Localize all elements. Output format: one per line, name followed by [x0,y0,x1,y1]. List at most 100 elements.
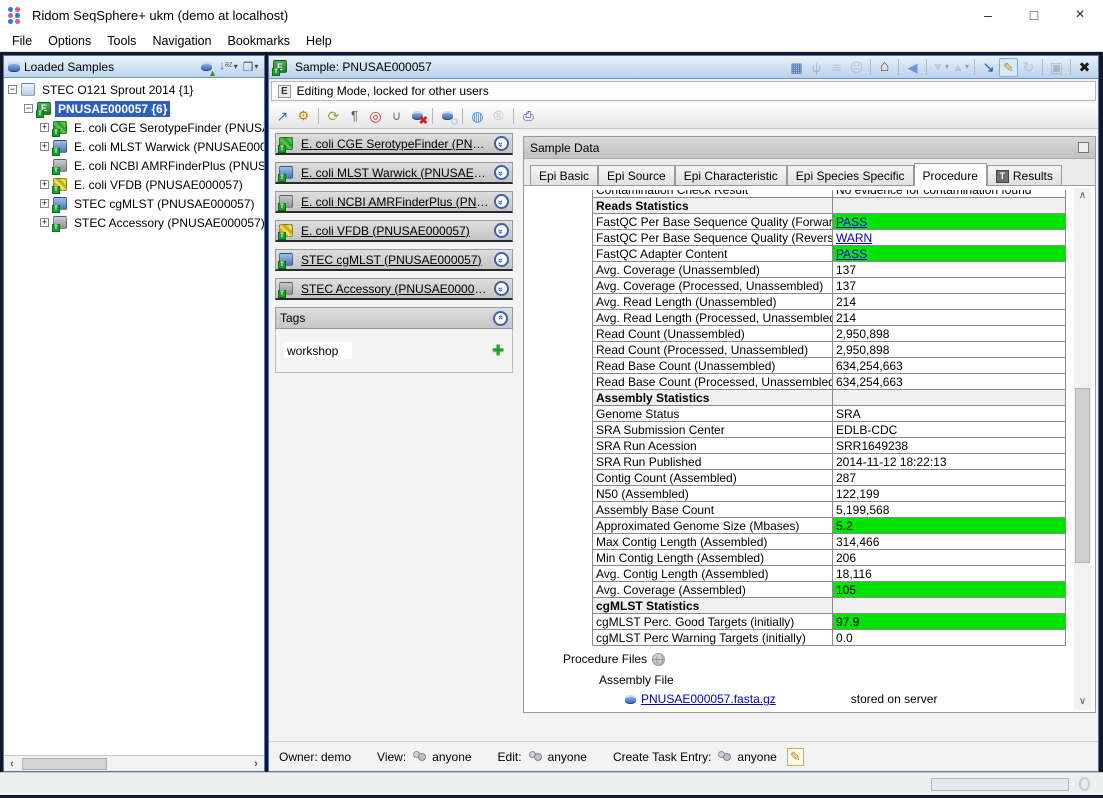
task-entry-header[interactable]: TE. coli CGE SerotypeFinder (PNUS...» [275,133,513,155]
expand-icon[interactable]: + [40,199,49,208]
dropdown-caret-icon[interactable]: ▾ [945,63,949,71]
tree-item[interactable]: +TSTEC Accessory (PNUSAE000057) [4,213,264,232]
scrollbar-thumb[interactable] [1075,388,1090,563]
qc-report-link[interactable]: PASS [836,247,867,261]
dropdown-caret-icon[interactable]: ▾ [965,63,969,71]
scroll-down-icon[interactable]: ∨ [1074,694,1091,710]
close-icon[interactable]: ✖ [1075,58,1094,77]
menu-options[interactable]: Options [40,32,99,50]
tab-epi-source[interactable]: Epi Source [598,165,675,186]
task-entry-header[interactable]: TE. coli MLST Warwick (PNUSAE000057)» [275,162,513,184]
expand-icon[interactable]: + [40,180,49,189]
globe-icon[interactable] [652,653,665,666]
home-icon[interactable]: ⌂ [875,58,894,77]
target-definition-icon[interactable]: ◎ [366,106,385,125]
maximize-button[interactable]: □ [1011,0,1057,30]
edit-mode-icon[interactable]: ✎ [999,58,1018,77]
menu-bookmarks[interactable]: Bookmarks [220,32,299,50]
task-entry-header[interactable]: TSTEC cgMLST (PNUSAE000057)» [275,249,513,271]
tree-item[interactable]: −ETPNUSAE000057 {6} [4,99,264,118]
task-entry-header[interactable]: TE. coli VFDB (PNUSAE000057)» [275,220,513,242]
sample-view-panel: ET Sample: PNUSAE000057 ▦ψ≋☹⌂◀▼▾▲▾↘✎↻▣✖ … [268,55,1099,772]
scrollbar-thumb[interactable] [22,758,107,770]
scroll-left-icon[interactable]: ‹ [4,758,20,770]
tag-input[interactable] [284,342,352,359]
tree-item[interactable]: +TE. coli MLST Warwick (PNUSAE000057) [4,137,264,156]
task-entry-label[interactable]: E. coli MLST Warwick (PNUSAE000057) [301,166,490,180]
submit-icon[interactable]: ↘ [979,58,998,77]
back-icon[interactable]: ◀ [903,58,922,77]
collapse-tags-icon[interactable]: » [493,311,508,326]
scroll-up-icon[interactable]: ∧ [1074,188,1091,204]
report-icon[interactable]: ⎙ [519,106,538,125]
assembly-file-link[interactable]: PNUSAE000057.fasta.gz [641,692,776,706]
maximize-panel-icon[interactable] [1078,142,1089,153]
menu-navigation[interactable]: Navigation [144,32,219,50]
export-grid-icon[interactable]: ▦ [787,58,806,77]
task-entry-label[interactable]: E. coli VFDB (PNUSAE000057) [301,224,490,238]
tab-results[interactable]: TResults [987,165,1062,186]
expand-icon[interactable]: + [40,123,49,132]
window-layout-icon[interactable]: ❐▾ [241,57,260,76]
table-row: N50 (Assembled)122,199 [593,486,1066,502]
expand-entry-icon[interactable]: » [494,223,509,238]
tree-item[interactable]: TE. coli NCBI AMRFinderPlus (PNUSAE00005… [4,156,264,175]
toolbar-separator [1042,59,1043,75]
sample-view-header: ET Sample: PNUSAE000057 ▦ψ≋☹⌂◀▼▾▲▾↘✎↻▣✖ [269,56,1098,79]
collapse-icon[interactable]: − [24,104,33,113]
database-search-icon[interactable]: ◌ [438,106,457,125]
template-badge: T [52,167,60,175]
edit-permissions-icon[interactable]: ✎ [787,748,804,766]
delete-database-icon[interactable]: ✖ [408,106,427,125]
attachment-icon[interactable]: ∪ [387,106,406,125]
menu-file[interactable]: File [4,32,40,50]
task-entry-header[interactable]: TSTEC Accessory (PNUSAE000057)» [275,278,513,300]
expand-icon[interactable]: + [40,218,49,227]
sample-icon: ET [37,102,52,116]
qc-report-link[interactable]: WARN [836,231,872,245]
tags-title: Tags [280,311,305,325]
sample-data-scrollbar[interactable]: ∧ ∨ [1074,188,1091,710]
people-icon [528,751,542,762]
tab-epi-characteristic[interactable]: Epi Characteristic [675,165,787,186]
qc-report-link[interactable]: PASS [836,215,867,229]
tab-epi-species-specific[interactable]: Epi Species Specific [787,165,914,186]
upload-globe-icon[interactable]: ◍ [468,106,487,125]
task-entry-label[interactable]: STEC Accessory (PNUSAE000057) [301,282,490,296]
dropdown-caret-icon[interactable]: ▾ [234,63,238,71]
menu-tools[interactable]: Tools [99,32,144,50]
expand-entry-icon[interactable]: » [494,281,509,296]
expand-entry-icon[interactable]: » [494,252,509,267]
tree-item[interactable]: +TSTEC cgMLST (PNUSAE000057) [4,194,264,213]
tab-epi-basic[interactable]: Epi Basic [530,165,598,186]
tree-item[interactable]: +TE. coli VFDB (PNUSAE000057) [4,175,264,194]
tree-item[interactable]: +TE. coli CGE SerotypeFinder (PNUSAE0000… [4,118,264,137]
sort-az-icon[interactable]: ↓ᵃᶻ▾ [219,57,238,76]
recreate-icon[interactable]: ⟳ [324,106,343,125]
task-config-icon[interactable]: ⚙ [294,106,313,125]
procedure-details-icon[interactable]: ¶ [345,106,364,125]
commit-database-icon[interactable]: ▲ [197,57,216,76]
tree-horizontal-scrollbar[interactable]: ‹ › [4,755,264,771]
row-value: 2,950,898 [833,342,1066,358]
expand-entry-icon[interactable]: » [494,194,509,209]
scroll-right-icon[interactable]: › [248,758,264,770]
tab-procedure[interactable]: Procedure [914,163,987,186]
table-row: Contig Count (Assembled)287 [593,470,1066,486]
tree-item[interactable]: −STEC O121 Sprout 2014 {1} [4,80,264,99]
dropdown-caret-icon[interactable]: ▾ [254,63,258,71]
expand-entry-icon[interactable]: » [494,165,509,180]
task-entry-header[interactable]: TE. coli NCBI AMRFinderPlus (PNUS...» [275,191,513,213]
people-icon [412,751,426,762]
minimize-button[interactable]: – [965,0,1011,30]
task-entry-label[interactable]: STEC cgMLST (PNUSAE000057) [301,253,490,267]
agt-editor-icon[interactable]: ↗ [273,106,292,125]
task-entry-label[interactable]: E. coli NCBI AMRFinderPlus (PNUS... [301,195,490,209]
task-entry-label[interactable]: E. coli CGE SerotypeFinder (PNUS... [301,137,490,151]
expand-icon[interactable]: + [40,142,49,151]
add-tag-icon[interactable]: ✚ [492,342,504,359]
collapse-icon[interactable]: − [8,85,17,94]
close-button[interactable]: × [1057,0,1103,30]
menu-help[interactable]: Help [298,32,340,50]
expand-entry-icon[interactable]: » [494,136,509,151]
